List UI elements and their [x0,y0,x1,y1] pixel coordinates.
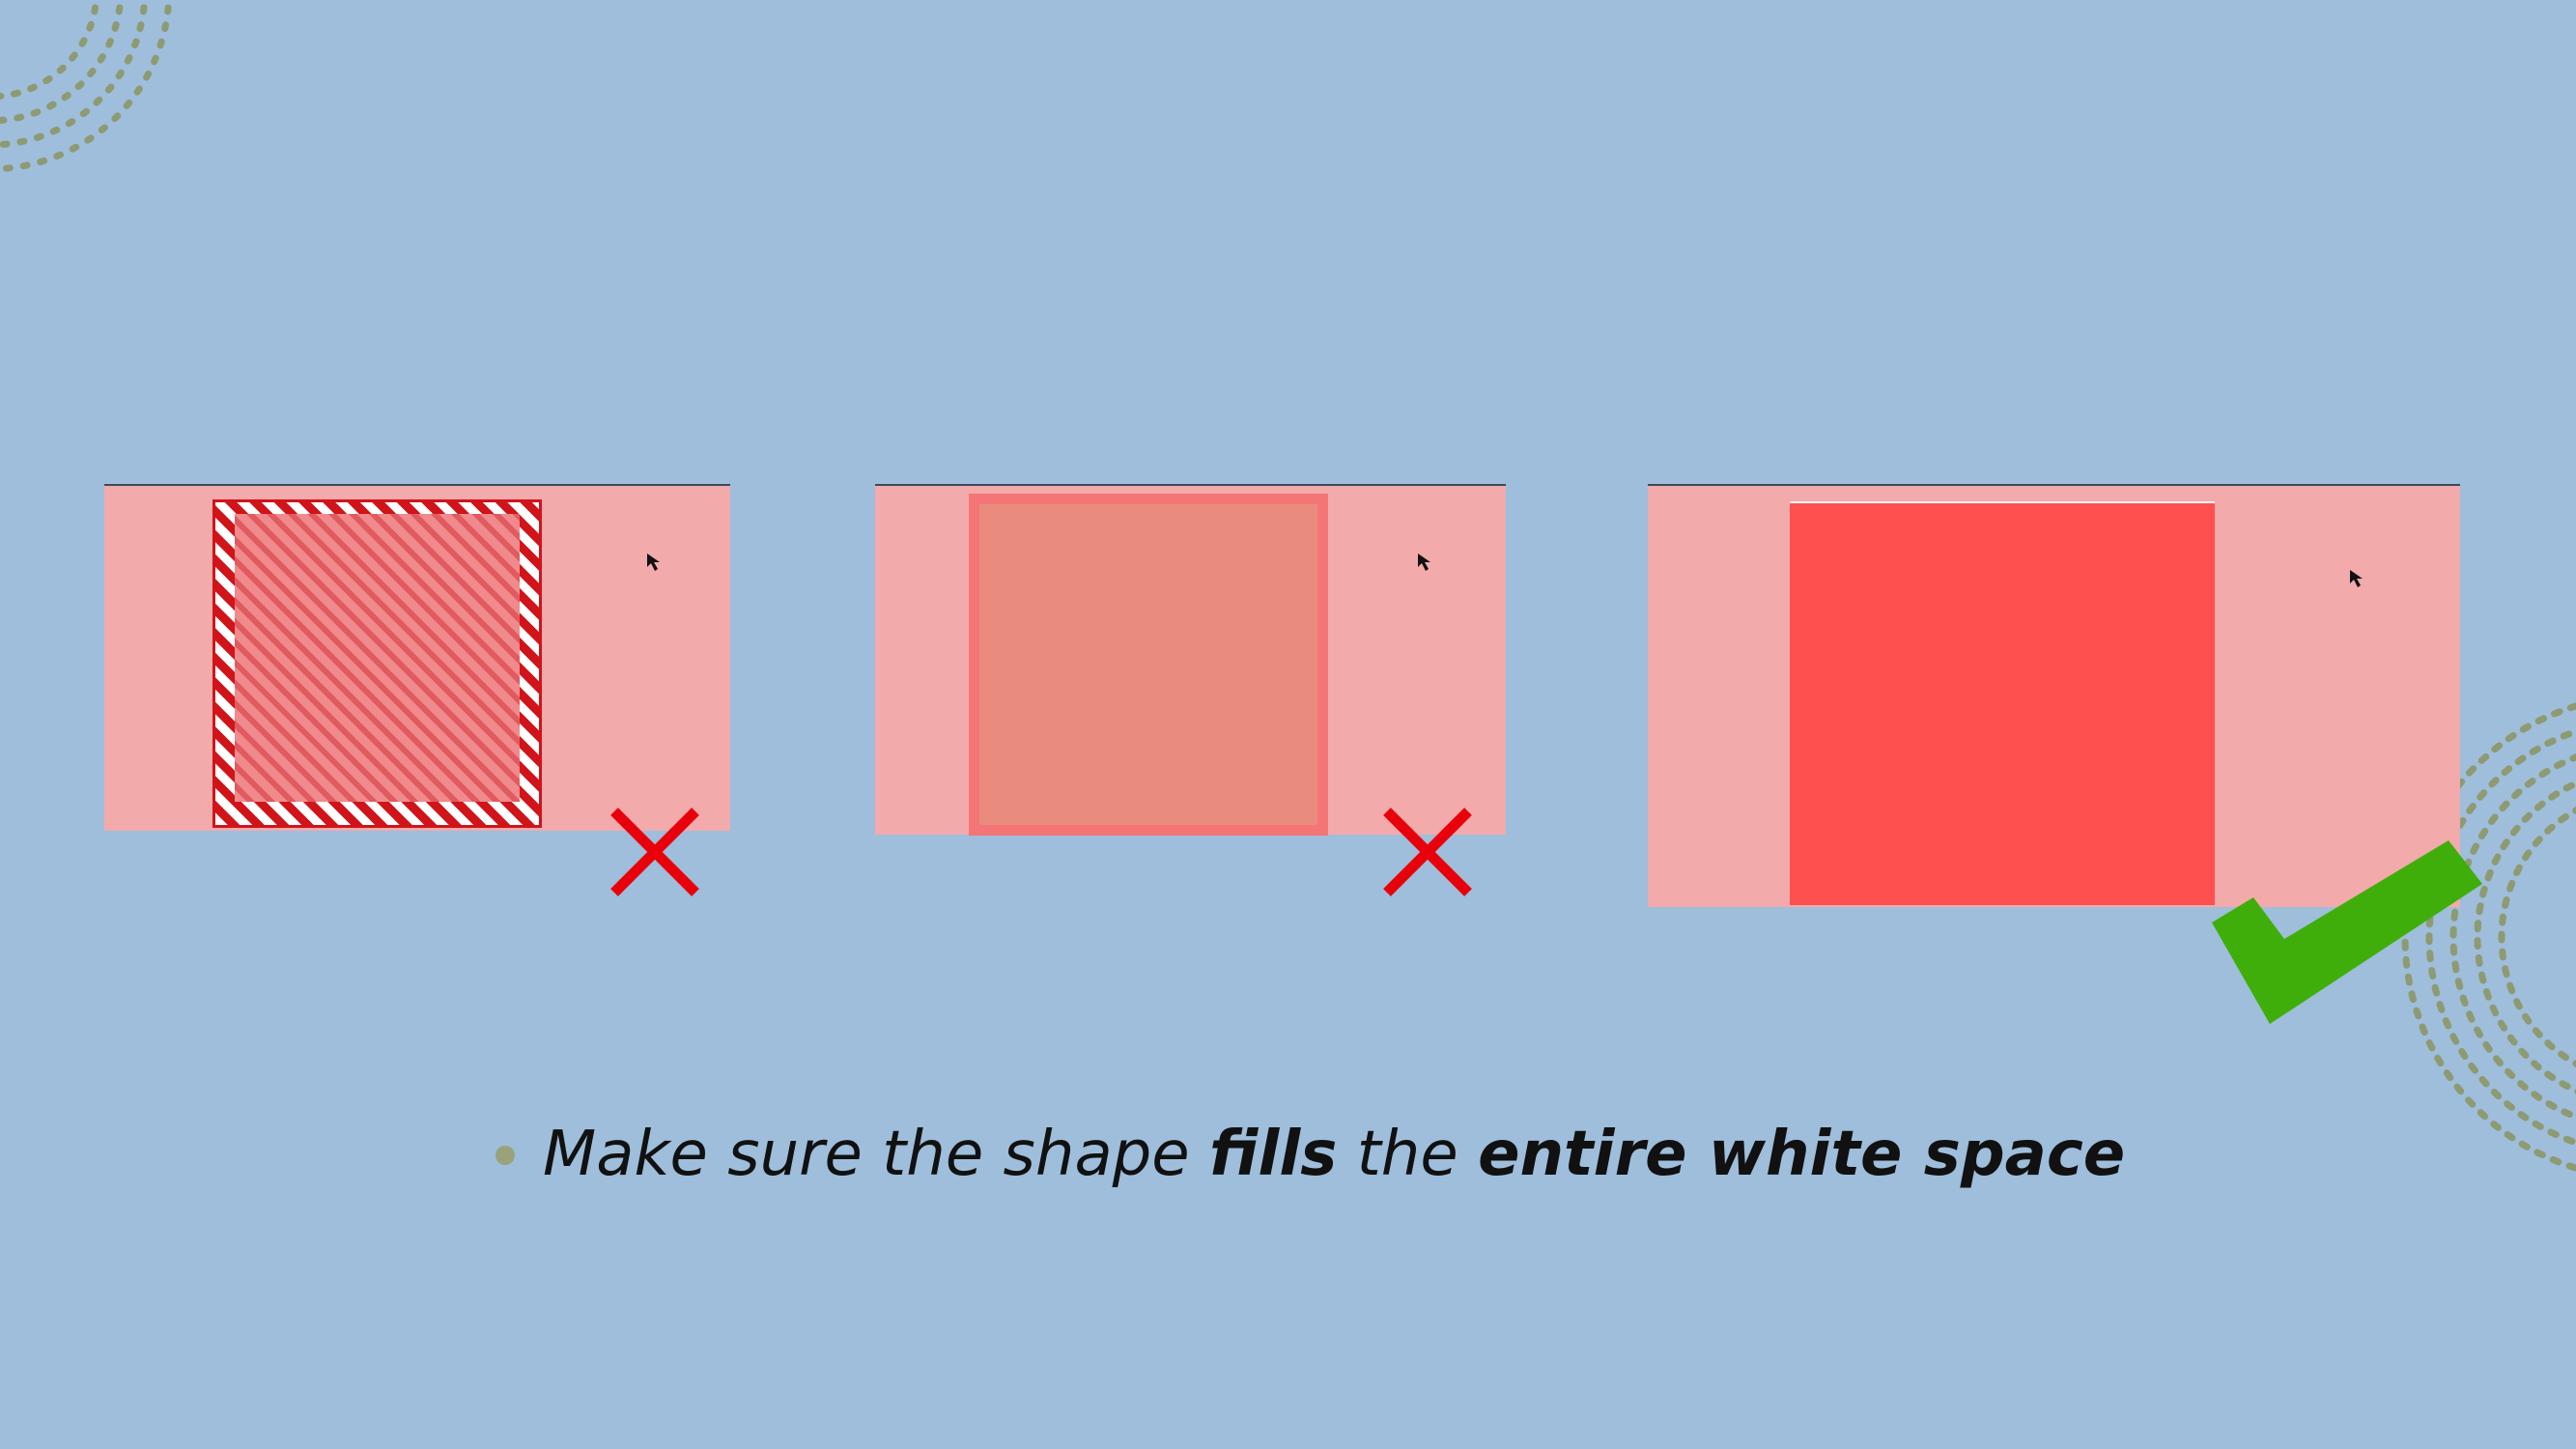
caption-text-1: Make sure the shape [543,1119,1209,1190]
outlined-shape[interactable] [969,494,1328,836]
example-panel-hatched [104,484,730,831]
mouse-pointer-icon [1418,554,1430,571]
example-panel-outlined [875,484,1506,836]
hatched-shape-fill [235,514,520,802]
mouse-pointer-icon [647,554,660,571]
green-check-icon [2212,840,2482,1024]
caption-emphasis-fills: fills [1209,1119,1338,1190]
red-x-icon [1383,808,1472,896]
mouse-pointer-icon [2350,570,2363,587]
instruction-caption: Make sure the shape fills the entire whi… [543,1111,2125,1198]
bullet-dot-icon [495,1146,515,1165]
red-x-icon [610,808,699,896]
caption-emphasis-entire-white-space: entire white space [1478,1119,2126,1190]
caption-text-2: the [1337,1119,1479,1190]
slide: Make sure the shape fills the entire whi… [0,0,2576,1449]
solid-shape[interactable] [1790,501,2215,905]
hatched-shape[interactable] [212,499,542,828]
decorative-arcs-top-left [0,0,173,173]
